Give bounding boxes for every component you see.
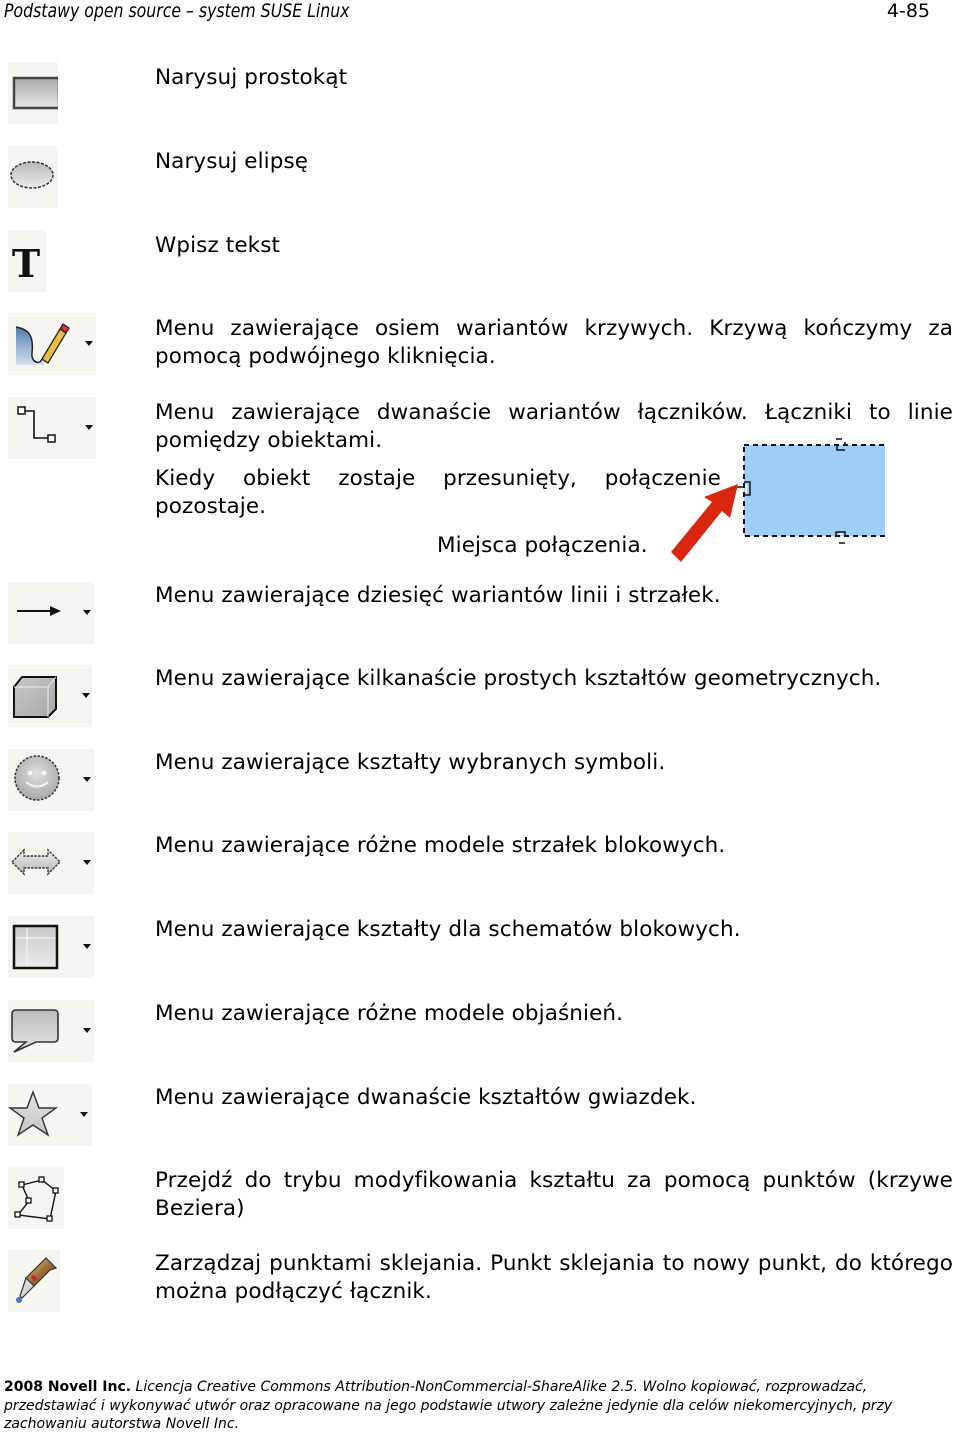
callout-label: Miejsca połączenia. [437,533,648,558]
smiley-icon [14,755,60,801]
glue-points-icon [16,1257,58,1303]
block-arrows-tool-button[interactable] [8,832,94,894]
document-title: Podstawy open source – system SUSE Linux [4,0,350,22]
tool-description: Narysuj elipsę [155,149,309,174]
dropdown-arrow-icon[interactable] [83,1028,91,1033]
tool-description: Narysuj prostokąt [155,65,348,90]
tool-description: Menu zawierające kształty dla schematów … [155,917,741,942]
flowchart-tool-button[interactable] [8,916,94,978]
text-tool-button[interactable]: T [8,230,46,292]
ellipse-icon [10,161,54,189]
callout-icon [11,1009,59,1053]
tool-description: Menu zawierające dziesięć wariantów lini… [155,583,721,608]
cube-icon [13,676,57,718]
dropdown-arrow-icon[interactable] [83,944,91,949]
dropdown-arrow-icon[interactable] [85,341,93,346]
copyright-notice: 2008 Novell Inc. [4,1379,132,1395]
tool-description: Przejdź do trybu modyfikowania kształtu … [155,1168,953,1221]
page-number: 4-85 [886,0,930,22]
dropdown-arrow-icon[interactable] [83,860,91,865]
glue-points-tool-button[interactable] [8,1250,60,1312]
license-footer: 2008 Novell Inc. Licencja Creative Commo… [4,1378,959,1432]
symbol-shapes-tool-button[interactable] [8,749,94,811]
tool-description: Menu zawierające różne modele strzałek b… [155,833,726,858]
tool-description: Zarządzaj punktami sklejania. Punkt skle… [155,1251,953,1304]
block-arrow-icon [11,848,61,876]
basic-shapes-tool-button[interactable] [8,665,92,727]
star-icon [8,1090,59,1137]
license-text: Licencja Creative Commons Attribution-No… [4,1379,893,1432]
page-header: Podstawy open source – system SUSE Linux… [4,0,956,24]
stars-tool-button[interactable] [8,1084,92,1146]
tool-description: Menu zawierające osiem wariantów krzywyc… [155,316,953,369]
tool-description: Menu zawierające różne modele objaśnień. [155,1001,624,1026]
dropdown-arrow-icon[interactable] [82,693,90,698]
dropdown-arrow-icon[interactable] [83,777,91,782]
rectangle-icon [12,76,58,110]
red-arrow-icon [671,484,738,562]
rectangle-tool-button[interactable] [8,62,58,124]
curve-pencil-icon [15,323,70,365]
svg-text:T: T [12,241,40,286]
tool-description-extra: Kiedy obiekt zostaje przesunięty, połącz… [155,466,721,519]
text-icon: T [12,241,40,286]
tool-description: Menu zawierające kilkanaście prostych ks… [155,666,882,691]
callouts-tool-button[interactable] [8,1000,94,1062]
dropdown-arrow-icon[interactable] [80,1112,88,1117]
dropdown-arrow-icon[interactable] [85,425,93,430]
ellipse-tool-button[interactable] [8,146,58,208]
connection-points-figure [671,438,952,562]
tool-description: Wpisz tekst [155,233,281,258]
points-tool-button[interactable] [8,1167,64,1229]
lines-tool-button[interactable] [8,582,94,644]
dropdown-arrow-icon[interactable] [83,610,91,615]
connectors-tool-button[interactable] [8,397,96,459]
tool-description: Menu zawierające dwanaście kształtów gwi… [155,1085,697,1110]
points-edit-icon [14,1176,59,1222]
flowchart-icon [12,924,59,970]
connector-icon [17,406,56,443]
tool-description: Menu zawierające kształty wybranych symb… [155,750,666,775]
line-arrow-icon [17,606,61,616]
curves-tool-button[interactable] [8,313,96,375]
